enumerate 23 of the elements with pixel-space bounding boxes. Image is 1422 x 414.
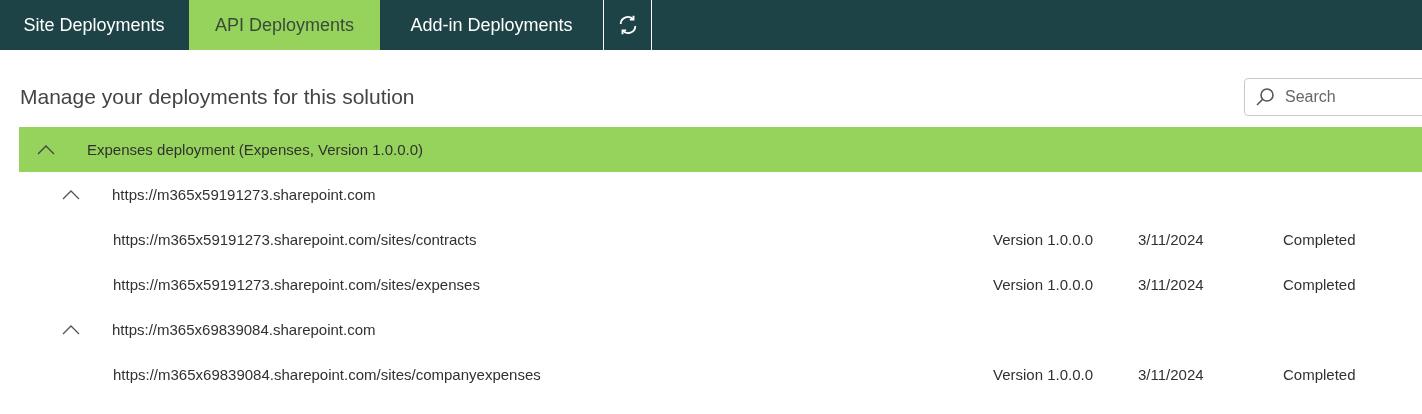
site-url: https://m365x69839084.sharepoint.com <box>112 321 376 338</box>
date-text: 3/11/2024 <box>1138 231 1205 248</box>
page-heading: Manage your deployments for this solution <box>20 85 415 109</box>
site-url: https://m365x59191273.sharepoint.com/sites/expenses <box>113 276 481 293</box>
version-text: Version 1.0.0.0 <box>993 366 1095 383</box>
site-url: https://m365x59191273.sharepoint.com <box>112 186 376 203</box>
chevron-icon[interactable] <box>37 144 55 155</box>
version-text: Version 1.0.0.0 <box>993 276 1095 293</box>
tab[interactable]: API Deployments <box>189 0 380 50</box>
status-text: Completed <box>1283 366 1356 383</box>
date-text: 3/11/2024 <box>1138 366 1205 383</box>
site-url: https://m365x69839084.sharepoint.com/sites/companyexpenses <box>113 366 542 383</box>
status-text: Completed <box>1283 276 1356 293</box>
status-text: Completed <box>1283 231 1356 248</box>
deployment-label: Expenses deployment (Expenses, Version 1.0.0.0) <box>87 141 424 158</box>
version-text: Version 1.0.0.0 <box>993 231 1095 248</box>
chevron-icon[interactable] <box>62 324 80 335</box>
site-url: https://m365x59191273.sharepoint.com/sites/contracts <box>113 231 478 248</box>
deployment-row[interactable]: Expenses deployment (Expenses, Version 1.0.0.0) <box>19 127 1422 172</box>
chevron-icon[interactable] <box>62 189 80 200</box>
refresh-button[interactable] <box>603 0 652 50</box>
search-field[interactable]: Search <box>1244 78 1422 116</box>
date-text: 3/11/2024 <box>1138 276 1205 293</box>
